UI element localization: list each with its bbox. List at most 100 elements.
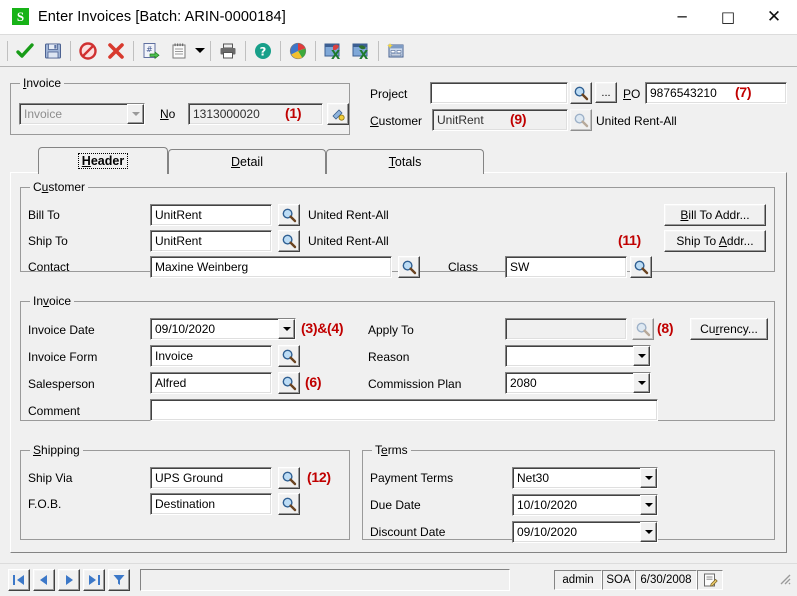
toolbar-separator [245,41,246,61]
salesperson-finder-icon[interactable] [278,372,300,394]
po-input[interactable]: 9876543210 [645,82,787,104]
tab-header[interactable]: Header [38,147,168,174]
comment-input[interactable] [150,399,658,421]
previous-record-button[interactable] [33,569,55,591]
bill-to-addr-button[interactable]: Bill To Addr... [664,204,766,226]
shipping-group-legend: Shipping [30,443,83,457]
notepad-list-icon[interactable] [165,37,193,65]
ship-to-finder-icon[interactable] [278,230,300,252]
apply-to-input[interactable] [505,318,627,340]
discount-date-value: 09/10/2020 [513,525,640,539]
invoice-no-finder-icon[interactable] [327,103,349,125]
import-excel-icon[interactable]: X [347,37,375,65]
toolbar-separator [7,41,8,61]
filter-button[interactable] [108,569,130,591]
invoice-no-input[interactable]: 1313000020 [188,103,323,125]
ship-to-addr-button[interactable]: Ship To Addr... [664,230,766,252]
salesperson-value: Alfred [155,376,186,390]
help-icon[interactable]: ? [249,37,277,65]
bill-to-label: Bill To [28,208,60,222]
invoice-detail-legend: Invoice [30,294,74,308]
first-record-button[interactable] [8,569,30,591]
salesperson-input[interactable]: Alfred [150,372,272,394]
status-session-date: 6/30/2008 [635,570,697,590]
web-globe-icon[interactable] [284,37,312,65]
ship-to-addr-label: Ship To Addr... [676,234,753,248]
tab-totals[interactable]: Totals [326,149,484,174]
currency-label: Currency... [700,322,758,336]
ship-via-label: Ship Via [28,471,72,485]
invoice-date-dropdown-arrow[interactable] [278,319,295,339]
toolbar-separator [280,41,281,61]
discount-date-dropdown-arrow[interactable] [640,522,657,542]
bill-to-input[interactable]: UnitRent [150,204,272,226]
fob-value: Destination [155,497,215,511]
class-finder-icon[interactable] [630,256,652,278]
bill-to-value: UnitRent [155,208,202,222]
customize-form-icon[interactable] [382,37,410,65]
payment-terms-combo[interactable]: Net30 [512,467,658,489]
close-button[interactable]: ✕ [751,0,797,33]
bill-to-finder-icon[interactable] [278,204,300,226]
commission-plan-dropdown-arrow[interactable] [633,373,650,393]
customer-input[interactable]: UnitRent [432,109,568,131]
invoice-form-input[interactable]: Invoice [150,345,272,367]
last-record-button[interactable] [83,569,105,591]
reason-combo[interactable] [505,345,651,367]
new-document-icon[interactable]: # [137,37,165,65]
next-record-button[interactable] [58,569,80,591]
class-input[interactable]: SW [505,256,627,278]
annotation-12: (12) [307,469,331,485]
due-date-dropdown-arrow[interactable] [640,495,657,515]
contact-finder-icon[interactable] [398,256,420,278]
bill-to-addr-label: Bill To Addr... [680,208,749,222]
project-ellipsis-button[interactable]: ... [595,82,617,103]
discount-date-combo[interactable]: 09/10/2020 [512,521,658,543]
commission-plan-value: 2080 [506,376,633,390]
customer-finder-icon[interactable] [570,109,592,131]
window-controls: ─ □ ✕ [659,0,797,33]
maximize-button[interactable]: □ [705,0,751,33]
svg-text:#: # [146,45,153,54]
contact-label: Contact [28,260,69,274]
ship-to-name-text: United Rent-All [308,234,389,248]
cancel-x-icon[interactable] [102,37,130,65]
commission-plan-label: Commission Plan [368,377,461,391]
ship-via-input[interactable]: UPS Ground [150,467,272,489]
notes-icon[interactable] [697,570,723,590]
invoice-type-combo[interactable]: Invoice [19,103,145,125]
commission-plan-combo[interactable]: 2080 [505,372,651,394]
customer-label: Customer [370,114,422,128]
delete-circle-icon[interactable] [74,37,102,65]
ship-via-finder-icon[interactable] [278,467,300,489]
print-icon[interactable] [214,37,242,65]
currency-button[interactable]: Currency... [690,318,768,340]
invoice-date-combo[interactable]: 09/10/2020 [150,318,296,340]
payment-terms-dropdown-arrow[interactable] [640,468,657,488]
fob-input[interactable]: Destination [150,493,272,515]
due-date-value: 10/10/2020 [513,498,640,512]
client-area: Invoice Invoice No 1313000020 (1) Projec… [0,67,797,563]
invoice-type-dropdown-arrow[interactable] [127,104,144,124]
reason-dropdown-arrow[interactable] [633,346,650,366]
project-ellipsis-label: ... [601,87,610,99]
apply-to-finder-icon[interactable] [632,318,654,340]
invoice-type-value: Invoice [20,107,127,121]
export-excel-icon[interactable]: X [319,37,347,65]
project-input[interactable] [430,82,568,104]
save-icon[interactable] [39,37,67,65]
ship-to-input[interactable]: UnitRent [150,230,272,252]
status-bar: admin SOA 6/30/2008 [0,563,797,596]
fob-finder-icon[interactable] [278,493,300,515]
post-check-icon[interactable] [11,37,39,65]
tab-detail[interactable]: Detail [168,149,326,174]
project-finder-icon[interactable] [570,82,592,104]
invoice-form-finder-icon[interactable] [278,345,300,367]
due-date-combo[interactable]: 10/10/2020 [512,494,658,516]
annotation-11: (11) [618,232,641,248]
toolbar: # ? [0,34,797,67]
minimize-button[interactable]: ─ [659,0,705,33]
contact-input[interactable]: Maxine Weinberg [150,256,392,278]
resize-grip[interactable] [778,572,794,588]
chevron-down-icon[interactable] [193,37,207,65]
